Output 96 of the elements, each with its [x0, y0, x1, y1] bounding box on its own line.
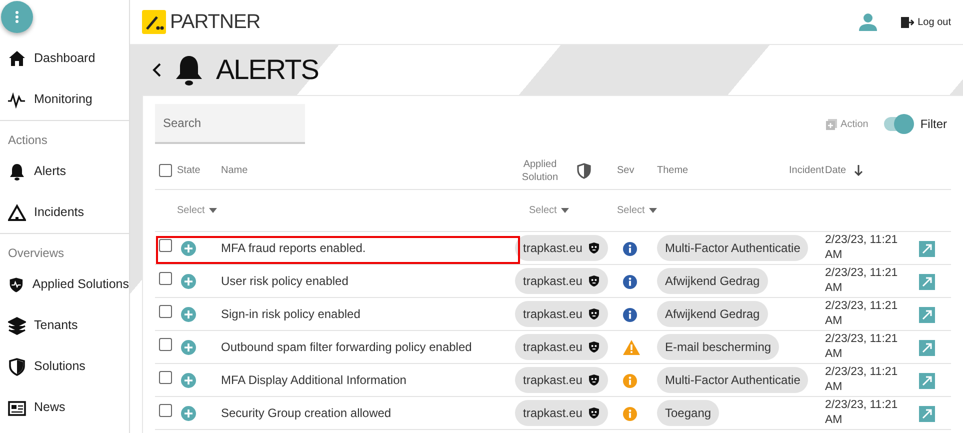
expand-plus-icon[interactable]	[181, 241, 196, 256]
sidebar-item[interactable]: Solutions	[0, 346, 129, 387]
section-header: Actions	[7, 132, 48, 149]
row-checkbox[interactable]	[159, 272, 172, 285]
pulse-icon	[8, 90, 26, 108]
caret-icon	[208, 208, 217, 213]
alert-name: User risk policy enabled	[221, 273, 350, 290]
bell-icon	[174, 54, 204, 86]
select-dropdown[interactable]: Select	[617, 203, 657, 218]
alert-name: Sign-in risk policy enabled	[221, 306, 362, 323]
theme-tag: Toegang	[657, 400, 720, 426]
row-checkbox[interactable]	[159, 404, 172, 417]
column-header: Theme	[657, 164, 688, 178]
kebab-menu-icon	[15, 11, 19, 23]
expand-plus-icon[interactable]	[181, 307, 196, 322]
shield-icon	[588, 242, 600, 254]
alert-date: 2/23/23, 11:21 AM	[825, 233, 899, 263]
add-icon	[826, 118, 837, 130]
alert-date: 2/23/23, 11:21 AM	[825, 299, 899, 329]
open-external-icon[interactable]	[919, 240, 935, 257]
theme-tag: Multi-Factor Authenticatie	[657, 235, 808, 261]
bell-icon	[8, 162, 26, 180]
sidebar-item[interactable]: Incidents	[0, 192, 129, 233]
sidebar-item[interactable]: Dashboard	[0, 38, 129, 79]
shield-icon	[588, 407, 600, 419]
sidebar-item[interactable]: News	[0, 387, 129, 428]
caret-icon	[648, 208, 657, 213]
alert-date: 2/23/23, 11:21 AM	[825, 266, 899, 296]
column-header: Sev	[617, 164, 634, 178]
alert-name: Outbound spam filter forwarding policy enabled	[221, 339, 473, 356]
page-title: ALERTS	[216, 53, 318, 87]
caret-icon	[560, 208, 569, 213]
expand-plus-icon[interactable]	[181, 373, 196, 388]
open-external-icon[interactable]	[919, 372, 935, 389]
theme-tag: E-mail bescherming	[657, 334, 780, 360]
theme-tag: Afwijkend Gedrag	[657, 268, 768, 294]
sidebar-item[interactable]: Applied Solutions	[0, 264, 129, 305]
newspaper-icon	[8, 398, 26, 416]
open-external-icon[interactable]	[919, 274, 935, 290]
column-header: State	[177, 164, 200, 178]
expand-plus-icon[interactable]	[181, 340, 196, 356]
section-header: Overviews	[7, 245, 64, 262]
alert-date: 2/23/23, 11:21 AM	[825, 332, 899, 362]
menu-button[interactable]	[1, 1, 33, 33]
shield-icon	[8, 358, 26, 376]
open-external-icon[interactable]	[919, 406, 935, 422]
expand-plus-icon[interactable]	[181, 274, 196, 290]
sidebar-item[interactable]: Alerts	[0, 151, 129, 192]
sort-arrow-icon	[854, 165, 864, 176]
solution-tag: trapkast.eu	[515, 301, 608, 327]
sort-header[interactable]: Date	[825, 163, 864, 178]
search-field[interactable]: Search	[155, 104, 305, 144]
sidebar-item[interactable]: Monitoring	[0, 79, 129, 120]
brand-name: PARTNER	[170, 10, 260, 35]
select-all-checkbox[interactable]	[159, 164, 172, 177]
solution-tag: trapkast.eu	[515, 400, 608, 426]
solution-tag: trapkast.eu	[515, 334, 608, 360]
column-header: Applied Solution	[520, 158, 560, 184]
row-checkbox[interactable]	[159, 239, 172, 252]
logout-icon	[900, 16, 914, 28]
alert-name: MFA fraud reports enabled.	[221, 240, 367, 257]
alert-name: Security Group creation allowed	[221, 405, 392, 422]
alert-date: 2/23/23, 11:21 AM	[825, 365, 899, 395]
user-icon[interactable]	[858, 13, 877, 31]
row-checkbox[interactable]	[159, 338, 172, 351]
home-icon	[8, 50, 26, 68]
row-checkbox[interactable]	[159, 371, 172, 384]
select-dropdown[interactable]: Select	[529, 203, 569, 218]
column-header: Incident	[789, 164, 824, 178]
alert-name: MFA Display Additional Information	[221, 372, 408, 389]
open-external-icon[interactable]	[919, 306, 935, 323]
layers-icon	[8, 316, 26, 334]
expand-plus-icon[interactable]	[181, 406, 196, 422]
theme-tag: Multi-Factor Authenticatie	[657, 367, 808, 393]
row-checkbox[interactable]	[159, 305, 172, 318]
shield-icon	[588, 275, 600, 287]
solution-tag: trapkast.eu	[515, 235, 608, 261]
logout-link[interactable]: Log out	[900, 14, 951, 30]
shield-icon	[8, 276, 24, 294]
back-icon[interactable]	[152, 62, 162, 78]
warning-triangle-icon	[8, 204, 26, 222]
filter-label: Filter	[920, 116, 947, 133]
shield-icon	[588, 341, 600, 353]
select-dropdown[interactable]: Select	[177, 203, 217, 218]
open-external-icon[interactable]	[919, 340, 935, 356]
filter-toggle[interactable]	[884, 117, 912, 131]
theme-tag: Afwijkend Gedrag	[657, 301, 768, 327]
solution-tag: trapkast.eu	[515, 367, 608, 393]
column-header: Name	[221, 164, 248, 178]
shield-icon	[577, 162, 591, 178]
sidebar-item[interactable]: Tenants	[0, 305, 129, 346]
shield-icon	[588, 374, 600, 386]
solution-tag: trapkast.eu	[515, 268, 608, 294]
logo-icon	[142, 10, 166, 34]
shield-icon	[588, 308, 600, 320]
alert-date: 2/23/23, 11:21 AM	[825, 398, 899, 428]
